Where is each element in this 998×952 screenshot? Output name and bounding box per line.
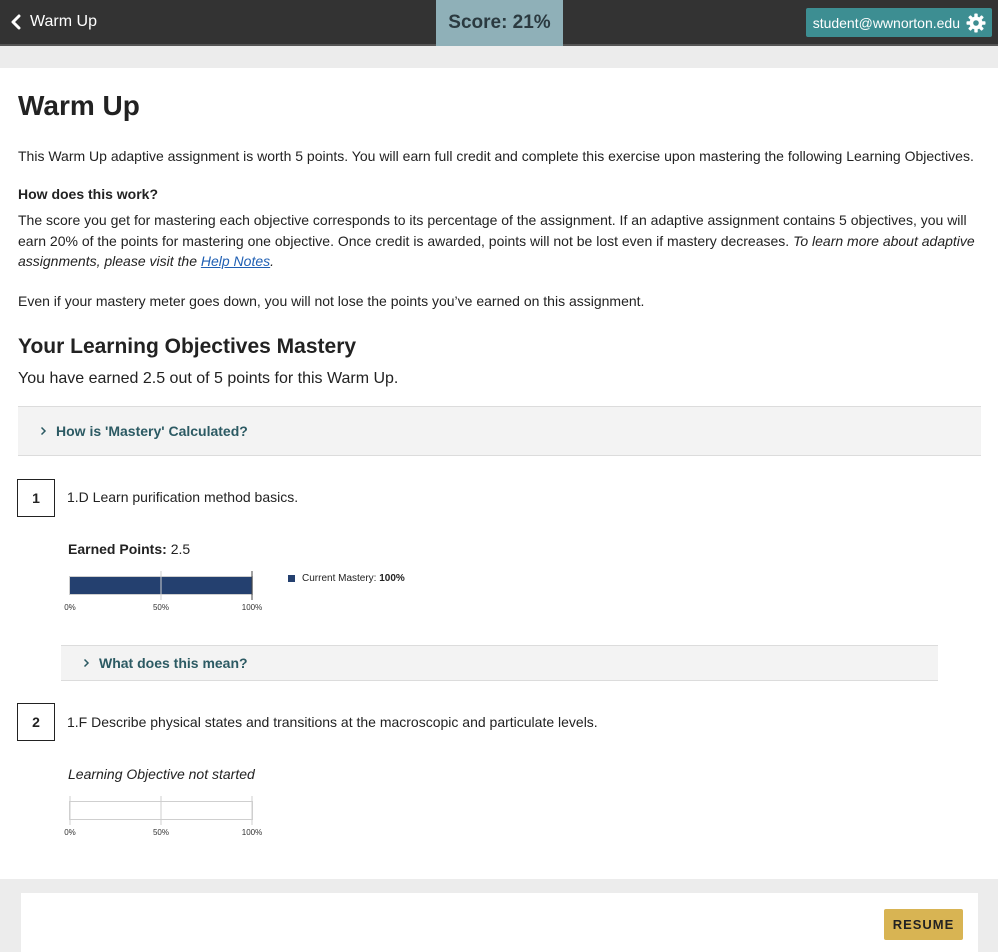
help-notes-link[interactable]: Help Notes [201,253,270,269]
legend-swatch [288,575,295,582]
objective-text-2: 1.F Describe physical states and transit… [67,714,598,730]
back-button[interactable]: Warm Up [10,0,97,44]
chevron-right-icon [83,658,90,668]
chevron-right-icon [40,426,47,436]
top-spacer [0,48,998,68]
objective-number-2: 2 [17,703,55,741]
main-content: Warm Up This Warm Up adaptive assignment… [0,68,998,879]
mastery-meter-2: 0% 50% 100% [64,796,262,837]
chevron-left-icon [11,14,21,30]
how-it-works-heading: How does this work? [18,186,159,202]
mastery-calculation-accordion[interactable]: How is 'Mastery' Calculated? [18,406,981,456]
objective-status-2: Learning Objective not started [68,766,255,782]
mastery-meter-1: 0% 50% 100% [64,571,262,612]
how-it-works-text: The score you get for mastering each obj… [18,210,983,272]
intro-text: This Warm Up adaptive assignment is wort… [18,148,974,164]
resume-button[interactable]: RESUME [884,909,963,940]
mastery-heading: Your Learning Objectives Mastery [18,335,357,358]
tick-label-100: 100% [242,828,262,837]
help-suffix: . [270,253,275,269]
score-display: Score: 21% [436,0,563,46]
tick-label-50: 50% [153,828,169,837]
legend-label: Current Mastery: [302,573,377,584]
top-bar: Warm Up Score: 21% student@wwnorton.edu [0,0,998,46]
what-does-this-mean-label: What does this mean? [99,655,248,671]
tick-label-0: 0% [64,603,76,612]
tick-label-0: 0% [64,828,76,837]
gear-icon [966,13,986,32]
user-email: student@wwnorton.edu [812,14,960,31]
footer-panel: RESUME [21,893,978,952]
earned-points: Earned Points: 2.5 [68,541,190,557]
mastery-calculation-label: How is 'Mastery' Calculated? [56,423,248,439]
tick-label-50: 50% [153,603,169,612]
page-title: Warm Up [18,90,140,121]
mastery-legend: Current Mastery: 100% [288,573,405,584]
back-label: Warm Up [30,13,97,30]
earned-summary: You have earned 2.5 out of 5 points for … [18,370,399,387]
user-menu-button[interactable]: student@wwnorton.edu [805,8,992,37]
objective-text-1: 1.D Learn purification method basics. [67,489,299,505]
points-retention-note: Even if your mastery meter goes down, yo… [18,293,645,309]
legend-value: 100% [379,573,405,584]
earned-points-label: Earned Points: [68,541,167,557]
earned-points-value: 2.5 [170,541,191,557]
objective-number-1: 1 [17,479,55,517]
what-does-this-mean-accordion[interactable]: What does this mean? [61,645,938,681]
tick-label-100: 100% [242,603,262,612]
